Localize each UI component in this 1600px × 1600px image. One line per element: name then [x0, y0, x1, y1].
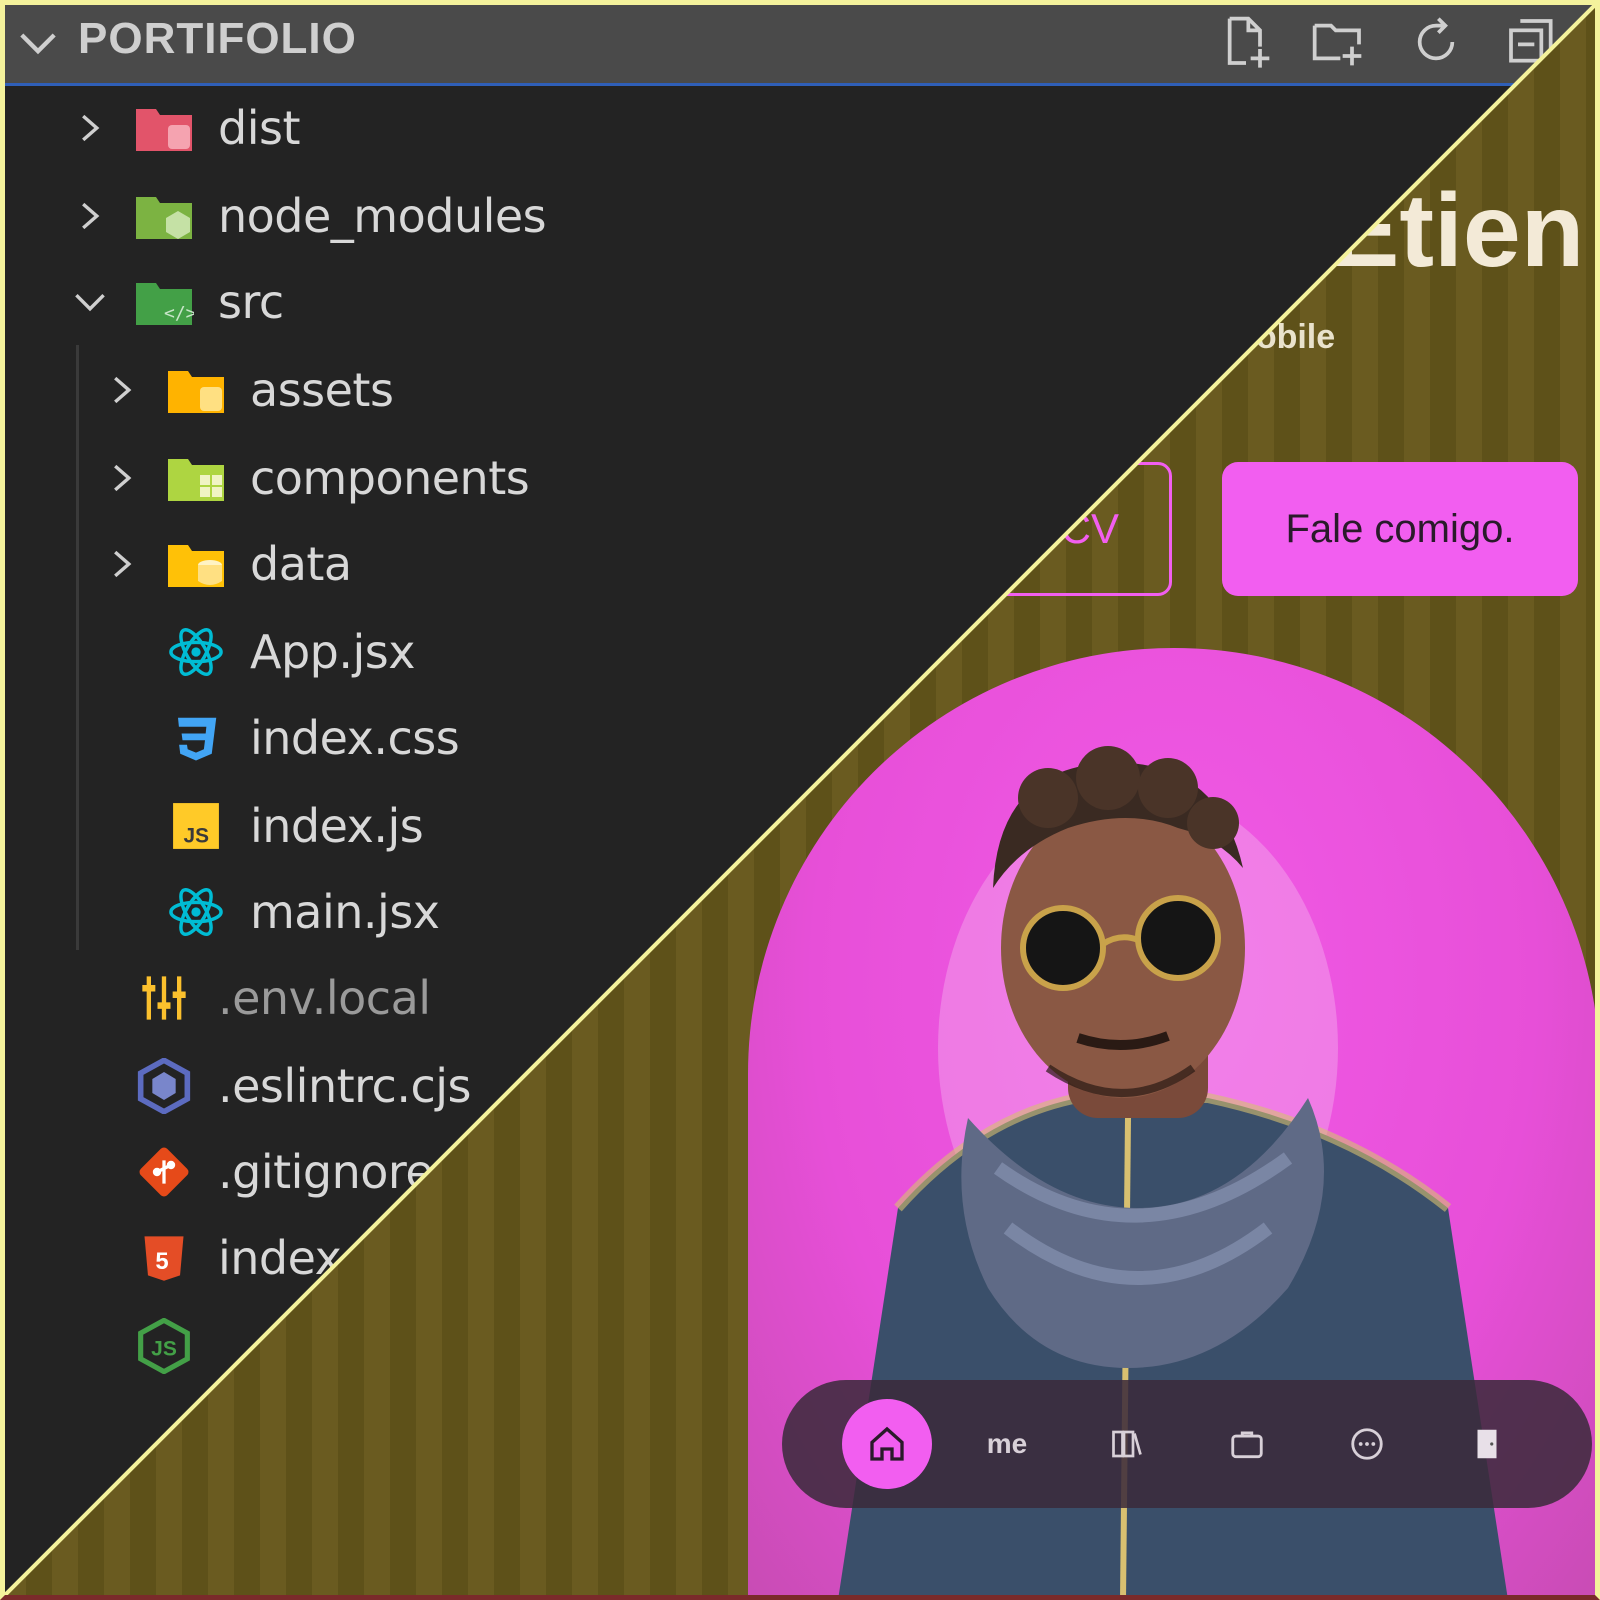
css-icon — [178, 717, 217, 761]
html-icon: 5 — [144, 1236, 184, 1281]
data-folder-icon — [168, 545, 224, 587]
assets-folder-icon — [168, 371, 224, 413]
books-icon — [1112, 1430, 1142, 1458]
svg-text:JS: JS — [151, 1337, 177, 1360]
explorer-header[interactable]: PORTIFOLIO — [0, 0, 1600, 86]
tree-item-main-jsx[interactable]: main.jsx — [166, 872, 440, 952]
home-icon — [870, 1426, 904, 1461]
chat-icon — [1351, 1428, 1383, 1460]
new-folder-icon[interactable] — [1310, 14, 1366, 70]
tree-item-eslintrc[interactable]: .eslintrc.cjs — [134, 1046, 472, 1126]
components-folder-icon — [168, 459, 224, 501]
nodejs-icon: JS — [138, 1318, 190, 1374]
contact-button[interactable]: Fale comigo. — [1222, 462, 1578, 596]
chevron-right-icon — [114, 464, 132, 492]
briefcase-icon — [1231, 1431, 1263, 1459]
svg-text:5: 5 — [155, 1248, 168, 1275]
nav-exit[interactable] — [1427, 1384, 1547, 1504]
chevron-down-icon — [75, 293, 105, 312]
bottom-nav: me — [782, 1380, 1592, 1508]
chevron-right-icon — [82, 114, 100, 142]
git-icon — [139, 1147, 189, 1197]
nav-home[interactable] — [842, 1399, 932, 1489]
tree-item-node-modules[interactable]: node_modules — [70, 176, 547, 256]
refresh-icon[interactable] — [1408, 14, 1464, 70]
tree-item-components[interactable]: components — [102, 438, 530, 518]
svg-text:</>: </> — [164, 303, 194, 324]
env-icon — [142, 976, 186, 1020]
react-icon — [169, 888, 223, 936]
chevron-right-icon — [114, 376, 132, 404]
chevron-down-icon[interactable] — [16, 26, 60, 62]
tree-indent-guide — [76, 345, 79, 950]
tree-item-dist[interactable]: dist — [70, 88, 300, 168]
tree-item-env-local[interactable]: .env.local — [134, 958, 431, 1038]
node-modules-folder-icon — [136, 197, 192, 239]
door-icon — [1477, 1429, 1497, 1459]
chevron-right-icon — [82, 202, 100, 230]
svg-text:JS: JS — [184, 825, 210, 848]
tree-item-src[interactable]: </> src — [70, 262, 284, 342]
nav-chat[interactable] — [1307, 1384, 1427, 1504]
explorer-title: PORTIFOLIO — [78, 14, 357, 63]
split-screenshot: Etien tack Mobile CV Fale comigo. — [0, 0, 1600, 1600]
nav-books[interactable] — [1067, 1384, 1187, 1504]
tree-item-index-js[interactable]: JS index.js — [166, 786, 424, 866]
nav-me[interactable]: me — [947, 1384, 1067, 1504]
tree-item-package[interactable]: JS — [134, 1306, 218, 1386]
tree-item-data[interactable]: data — [102, 524, 352, 604]
chevron-right-icon — [114, 550, 132, 578]
tree-item-gitignore[interactable]: .gitignore — [134, 1132, 434, 1212]
eslint-icon — [137, 1058, 191, 1114]
nav-portfolio[interactable] — [1187, 1384, 1307, 1504]
dist-folder-icon — [136, 109, 192, 151]
tree-item-app-jsx[interactable]: App.jsx — [166, 612, 415, 692]
src-folder-icon: </> — [136, 283, 194, 325]
react-icon — [169, 628, 223, 676]
new-file-icon[interactable] — [1218, 14, 1274, 70]
tree-item-index-css[interactable]: index.css — [166, 698, 460, 778]
js-icon: JS — [173, 803, 219, 849]
tree-item-assets[interactable]: assets — [102, 350, 394, 430]
